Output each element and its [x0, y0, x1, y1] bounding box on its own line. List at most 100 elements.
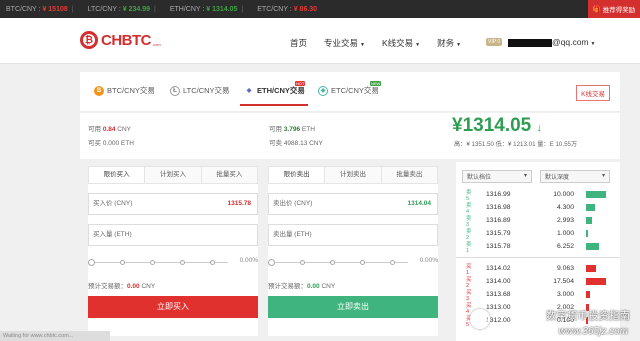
tab-limit-sell[interactable]: 限价卖出: [269, 167, 326, 183]
site-header: ₿ CHBTC .com 首页 专业交易 ▼ K线交易 ▼ 财务 ▼ VIP 0 @q…: [0, 18, 640, 64]
ask-row[interactable]: 卖2 1315.79 1.000: [456, 227, 620, 241]
nav-finance[interactable]: 财务 ▼: [437, 37, 461, 49]
gift-icon: 🎁: [592, 6, 601, 13]
tab-plan-sell[interactable]: 计划卖出: [325, 167, 382, 183]
redacted-block: [508, 38, 552, 47]
nav-home[interactable]: 首页: [290, 37, 307, 49]
bid-depth-bar: [586, 278, 606, 285]
bid-label: 买3: [466, 289, 472, 302]
depth-select[interactable]: 默认深度 ▾: [540, 170, 610, 183]
ask-qty: 6.252: [556, 243, 574, 250]
buy-estimate: 预计交易额：0.00 CNY: [88, 283, 156, 290]
bid-price: 1314.02: [486, 265, 511, 272]
sell-now-button[interactable]: 立即卖出: [268, 296, 438, 318]
nav-kline-trade[interactable]: K线交易 ▼: [382, 37, 420, 49]
bid-row[interactable]: 买3 1313.68 3.000: [456, 288, 620, 302]
bid-qty: 9.063: [556, 265, 574, 272]
buy-percent-slider[interactable]: 0.00%: [88, 257, 258, 269]
bid-price: 1314.00: [486, 278, 511, 285]
chevron-down-icon: ▾: [601, 173, 605, 179]
tab-limit-buy[interactable]: 限价买入: [89, 167, 146, 183]
tab-btc-cny[interactable]: B BTC/CNY交易: [94, 85, 155, 96]
ask-row[interactable]: 卖1 1315.78 6.252: [456, 240, 620, 254]
ask-depth-bar: [586, 204, 595, 211]
tab-ltc-cny[interactable]: Ł LTC/CNY交易: [170, 85, 230, 96]
divider: [456, 257, 620, 258]
user-account[interactable]: @qq.com ▼: [508, 37, 595, 47]
bid-row[interactable]: 买2 1314.00 17.504: [456, 275, 620, 289]
tab-plan-buy[interactable]: 计划买入: [145, 167, 202, 183]
logo[interactable]: ₿ CHBTC .com: [80, 31, 161, 49]
slider-knob[interactable]: [88, 259, 95, 266]
ask-label: 卖1: [466, 241, 472, 254]
eth-available: 可用 3.796 ETH: [269, 126, 315, 133]
ticker-bar: BTC/CNY : ¥ 15108 | LTC/CNY : ¥ 234.99 | E…: [0, 0, 640, 18]
group-select[interactable]: 默认档位 ▾: [462, 170, 532, 183]
ask-price: 1316.89: [486, 217, 511, 224]
eth-buyable: 可买 0.000 ETH: [88, 140, 134, 147]
bid-qty: 17.504: [553, 278, 574, 285]
hot-badge: HOT: [295, 81, 306, 86]
ask-price: 1315.78: [486, 243, 511, 250]
ticker-etc[interactable]: ETC/CNY : ¥ 86.30: [257, 6, 317, 13]
market-tabs: B BTC/CNY交易 Ł LTC/CNY交易 ◆ ETH/CNY交易 HOT …: [80, 72, 620, 112]
ask-label: 卖2: [466, 228, 472, 241]
sell-subtabs: 限价卖出 计划卖出 批量卖出: [268, 166, 438, 184]
status-bar: Waiting for www.chbtc.com...: [0, 331, 110, 341]
slider-knob[interactable]: [268, 259, 275, 266]
bid-row[interactable]: 买1 1314.02 9.063: [456, 262, 620, 276]
cny-available: 可用 0.84 CNY: [88, 126, 132, 133]
sell-estimate: 预计交易额：0.00 CNY: [268, 283, 336, 290]
tab-batch-buy[interactable]: 批量买入: [202, 167, 257, 183]
ask-depth-bar: [586, 217, 592, 224]
price-stats: 高：¥ 1351.50 低：¥ 1213.01 量：E 10.55万: [454, 141, 578, 148]
bid-label: 买1: [466, 263, 472, 276]
ask-depth-bar: [586, 230, 588, 237]
ask-qty: 1.000: [556, 230, 574, 237]
ticker-eth[interactable]: ETH/CNY : ¥ 1314.05 |: [170, 6, 247, 13]
kline-trade-button[interactable]: K线交易: [576, 85, 610, 101]
sell-percent-slider[interactable]: 0.00%: [268, 257, 438, 269]
ask-row[interactable]: 卖3 1316.89 2.993: [456, 214, 620, 228]
tab-eth-cny[interactable]: ◆ ETH/CNY交易: [244, 85, 305, 96]
bitcoin-icon: B: [94, 85, 104, 96]
ask-label: 卖5: [466, 189, 472, 202]
bitcoin-logo-icon: ₿: [80, 31, 98, 49]
ask-row[interactable]: 卖4 1316.98 4.300: [456, 201, 620, 215]
bid-price: 1313.68: [486, 291, 511, 298]
tab-batch-sell[interactable]: 批量卖出: [382, 167, 437, 183]
ethereum-icon: ◆: [244, 85, 254, 96]
ask-label: 卖4: [466, 202, 472, 215]
ask-price: 1315.79: [486, 230, 511, 237]
sellable-value: 可卖 4988.13 CNY: [269, 140, 323, 147]
ask-depth-bar: [586, 243, 599, 250]
ask-qty: 10.000: [553, 191, 574, 198]
main-nav: 首页 专业交易 ▼ K线交易 ▼ 财务 ▼: [290, 37, 461, 49]
sell-price-input[interactable]: 卖出价 (CNY) 1314.04: [268, 193, 438, 215]
buy-amount-input[interactable]: 买入量 (ETH): [88, 224, 258, 246]
buy-subtabs: 限价买入 计划买入 批量买入: [88, 166, 258, 184]
buy-now-button[interactable]: 立即买入: [88, 296, 258, 318]
wechat-logo-icon: [470, 309, 490, 329]
chevron-down-icon: ▼: [360, 42, 365, 48]
ask-depth-bar: [586, 191, 606, 198]
promo-button[interactable]: 🎁 推荐得奖励: [588, 0, 640, 18]
ask-price: 1316.98: [486, 204, 511, 211]
tab-etc-cny[interactable]: ◆ ETC/CNY交易: [318, 85, 379, 96]
ticker-ltc[interactable]: LTC/CNY : ¥ 234.99 |: [88, 6, 160, 13]
ask-row[interactable]: 卖5 1316.99 10.000: [456, 188, 620, 202]
balance-panel: 可用 0.84 CNY 可买 0.000 ETH 可用 3.796 ETH 可卖…: [80, 113, 620, 159]
ask-label: 卖3: [466, 215, 472, 228]
chevron-down-icon: ▼: [590, 41, 596, 47]
bid-label: 买2: [466, 276, 472, 289]
ask-qty: 4.300: [556, 204, 574, 211]
buy-price-input[interactable]: 买入价 (CNY) 1315.78: [88, 193, 258, 215]
chevron-down-icon: ▾: [523, 173, 527, 179]
bid-qty: 3.000: [556, 291, 574, 298]
last-price: ¥1314.05 ↓: [452, 115, 543, 136]
ticker-btc[interactable]: BTC/CNY : ¥ 15108 |: [6, 6, 78, 13]
sell-amount-input[interactable]: 卖出量 (ETH): [268, 224, 438, 246]
vip-badge: VIP 0: [486, 38, 503, 46]
ask-price: 1316.99: [486, 191, 511, 198]
nav-pro-trade[interactable]: 专业交易 ▼: [324, 37, 365, 49]
